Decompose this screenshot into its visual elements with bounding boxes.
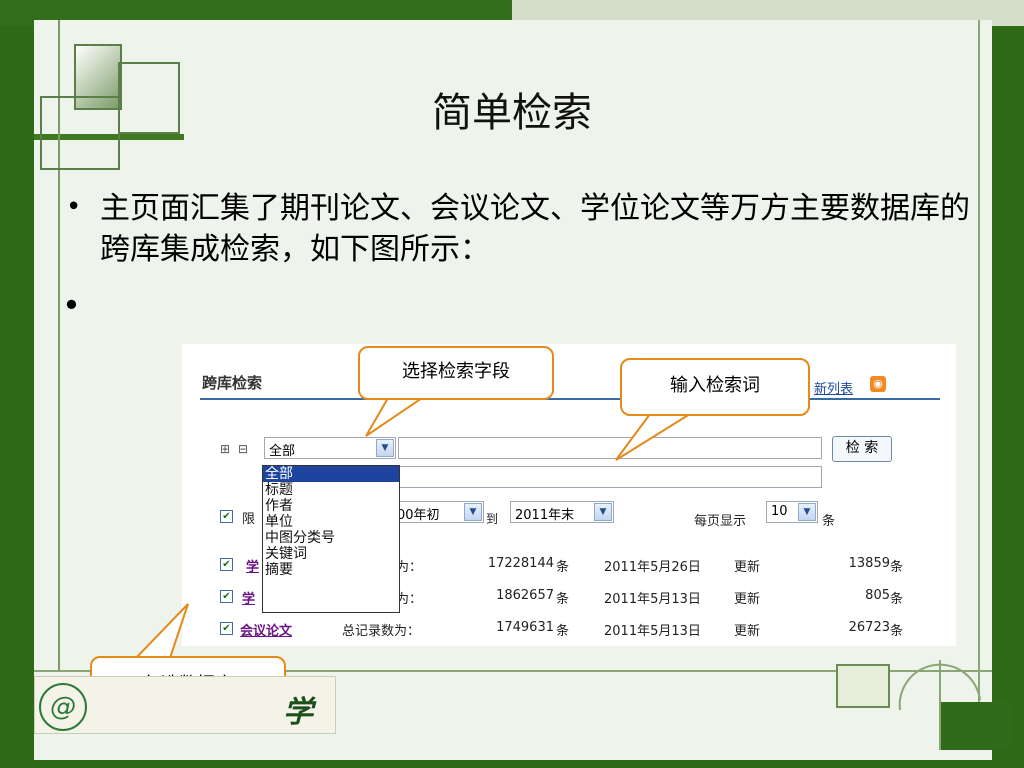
university-logo-strip: @ 学: [34, 676, 336, 734]
university-emblem-icon: @: [39, 683, 87, 731]
callout-input-term: 输入检索词: [620, 358, 810, 416]
deco-arc: [898, 660, 981, 750]
logo-partial-text: 学: [283, 695, 313, 730]
callout-select-field: 选择检索字段: [358, 346, 554, 400]
